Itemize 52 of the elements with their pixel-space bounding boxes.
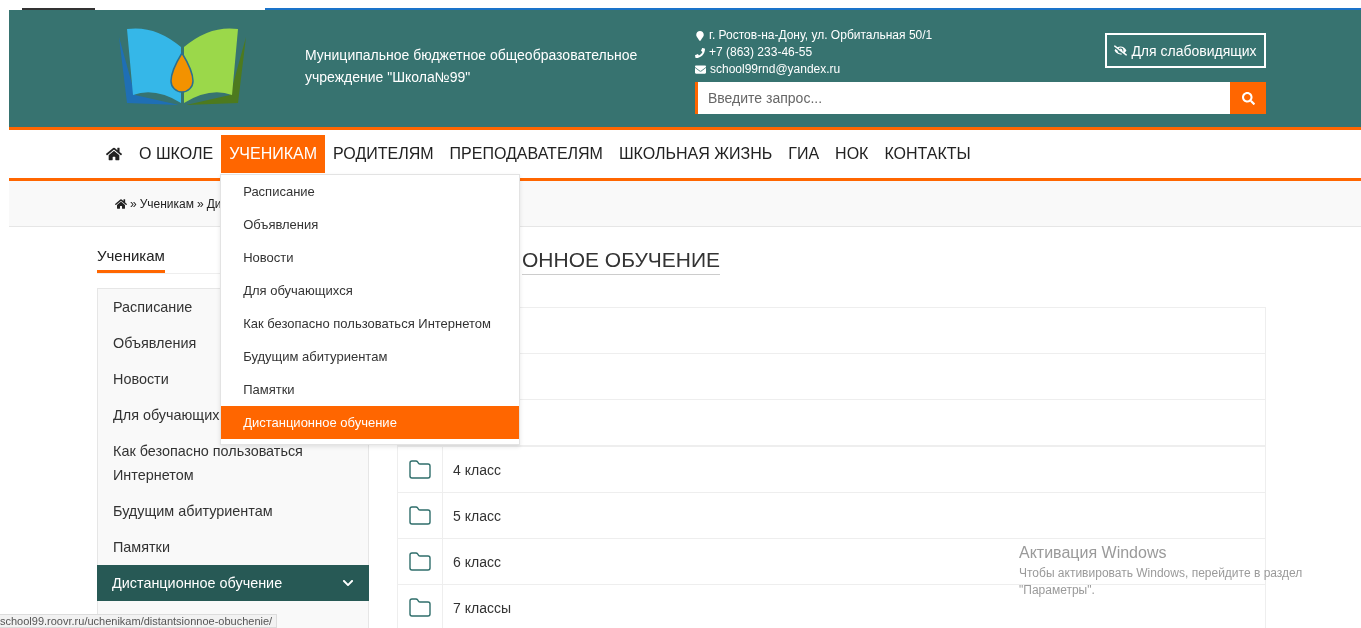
activation-title: Активация Windows [1019, 543, 1168, 563]
search-field[interactable]: Введите запрос... [695, 82, 1230, 114]
folder-icon [408, 549, 432, 574]
folder-icon [408, 503, 432, 528]
folder-icon [408, 457, 432, 482]
nav-item[interactable]: О ШКОЛЕ [131, 135, 222, 173]
folder-link[interactable]: 7 классы [453, 599, 511, 616]
breadcrumb-separator: » [197, 196, 204, 211]
home-icon[interactable] [115, 197, 127, 210]
nav-item[interactable]: ПРЕПОДАВАТЕЛЯМ [441, 135, 611, 173]
page-title: ОННОЕ ОБУЧЕНИЕ [522, 247, 721, 275]
sidebar-title: Ученикам [97, 247, 165, 273]
dropdown-item[interactable]: Расписание [221, 175, 520, 208]
sidebar-item[interactable]: Дистанционное обучение [97, 565, 369, 601]
address-text: г. Ростов-на-Дону, ул. Орбитальная 50/1 [709, 27, 933, 44]
dropdown-item[interactable]: Памятки [221, 373, 520, 406]
dropdown-item[interactable]: Как безопасно пользоваться Интернетом [221, 307, 520, 340]
envelope-icon [695, 64, 706, 75]
sidebar-item-label: Памятки [113, 538, 170, 557]
phone-icon [695, 47, 705, 58]
folder-link[interactable]: 4 класс [453, 461, 501, 478]
search-button[interactable] [1230, 82, 1266, 114]
map-marker-icon [695, 30, 705, 41]
sidebar-item-label: Как безопасно пользоваться Интернетом [113, 442, 304, 485]
status-url: school99.roovr.ru/uchenikam/distantsionnoe-obuchenie/ [0, 614, 278, 628]
nav-item[interactable]: КОНТАКТЫ [876, 135, 979, 173]
dropdown-item[interactable]: Новости [221, 241, 520, 274]
dropdown-item[interactable]: Для обучающихся [221, 274, 520, 307]
breadcrumb-link[interactable]: Ученикам [139, 196, 194, 211]
activation-text: Чтобы активировать Windows, перейдите в раздел "Параметры". [1019, 565, 1304, 599]
folder-link[interactable]: 5 класс [453, 507, 501, 524]
school-name: Муниципальное бюджетное общеобразовательное учреждение "Школа№99" [305, 46, 639, 87]
nav-item[interactable]: РОДИТЕЛЯМ [325, 135, 442, 173]
home-icon[interactable] [106, 146, 122, 162]
folder-icon [408, 595, 432, 620]
sidebar-item[interactable]: Будущим абитуриентам [98, 493, 368, 529]
phone-text: +7 (863) 233-46-55 [709, 44, 813, 61]
breadcrumb-separator: » [130, 196, 137, 211]
sidebar-item[interactable]: Памятки [98, 529, 368, 565]
nav-item[interactable]: ГИА [780, 135, 828, 173]
email-text: school99rnd@yandex.ru [710, 61, 841, 78]
chevron-down-icon [342, 577, 354, 589]
dropdown-item[interactable]: Объявления [221, 208, 520, 241]
search-icon [1241, 91, 1255, 105]
eye-slash-icon [1114, 44, 1128, 57]
folder-link[interactable]: 6 класс [453, 553, 501, 570]
nav-item[interactable]: НОК [827, 135, 877, 173]
sidebar-item-label: Будущим абитуриентам [113, 502, 273, 521]
sidebar-item-label: Дистанционное обучение [112, 574, 283, 593]
dropdown-item[interactable]: Будущим абитуриентам [221, 340, 520, 373]
accessibility-button[interactable]: Для слабовидящих [1105, 33, 1266, 68]
nav-item[interactable]: ШКОЛЬНАЯ ЖИЗНЬ [610, 135, 781, 173]
